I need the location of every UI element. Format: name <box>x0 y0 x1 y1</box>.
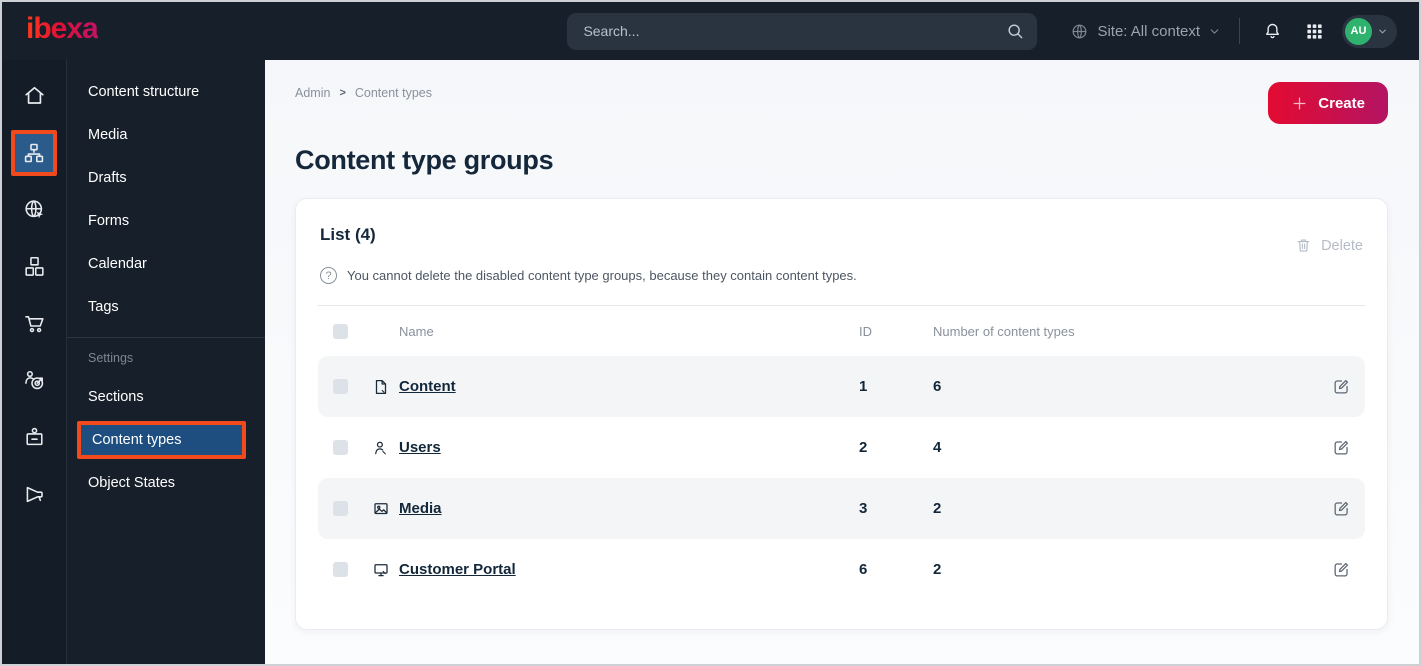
sidebar-item-media[interactable]: Media <box>67 113 265 156</box>
breadcrumb-admin[interactable]: Admin <box>295 86 330 100</box>
notifications-button[interactable] <box>1258 17 1287 46</box>
sidebar-item-sections[interactable]: Sections <box>67 375 265 418</box>
help-text: You cannot delete the disabled content t… <box>347 268 857 283</box>
personalization-target-icon <box>11 358 57 404</box>
rail-item-product-catalog[interactable] <box>2 238 67 295</box>
row-checkbox[interactable] <box>333 562 348 577</box>
home-icon <box>11 73 57 119</box>
page-title: Content type groups <box>295 145 554 175</box>
file-icon <box>363 378 399 396</box>
sidebar-item-forms[interactable]: Forms <box>67 199 265 242</box>
user-icon <box>363 439 399 457</box>
rail-item-commerce[interactable] <box>2 295 67 352</box>
search-icon[interactable] <box>1005 21 1025 41</box>
commerce-cart-icon <box>11 301 57 347</box>
megaphone-icon <box>11 472 57 518</box>
sidebar-item-drafts[interactable]: Drafts <box>67 156 265 199</box>
group-id: 1 <box>859 378 868 395</box>
monitor-icon <box>363 561 399 579</box>
topbar-right: Site: All context AU <box>1070 14 1397 48</box>
site-globe-icon <box>11 187 57 233</box>
group-link[interactable]: Customer Portal <box>399 561 859 578</box>
rail-item-site[interactable] <box>2 181 67 238</box>
sidebar-section-settings: Settings <box>88 351 134 365</box>
list-card: List (4) Delete ? You cannot delete the … <box>295 198 1388 630</box>
row-checkbox[interactable] <box>333 379 348 394</box>
group-count: 6 <box>933 378 942 395</box>
breadcrumb-separator: > <box>339 87 346 99</box>
rail-item-corporate[interactable] <box>2 409 67 466</box>
table-row: Customer Portal 6 2 <box>318 539 1365 600</box>
select-all-checkbox[interactable] <box>333 323 348 339</box>
globe-icon <box>1070 22 1089 41</box>
group-count: 4 <box>933 439 942 456</box>
breadcrumb-content-types[interactable]: Content types <box>355 86 432 100</box>
sidebar-item-object-states[interactable]: Object States <box>67 461 265 504</box>
search-input[interactable] <box>583 23 1006 39</box>
group-link[interactable]: Content <box>399 378 859 395</box>
id-badge-icon <box>11 415 57 461</box>
column-header-count: Number of content types <box>933 323 1075 339</box>
group-count: 2 <box>933 561 942 578</box>
group-count: 2 <box>933 500 942 517</box>
delete-button-label: Delete <box>1321 237 1363 254</box>
table-row: Users 2 4 <box>318 417 1365 478</box>
avatar: AU <box>1345 17 1372 45</box>
trash-icon <box>1295 237 1312 254</box>
row-checkbox[interactable] <box>333 440 348 455</box>
topbar: ibexa Site: All context <box>2 2 1419 60</box>
table-row: Media 3 2 <box>318 478 1365 539</box>
plus-icon <box>1291 95 1308 112</box>
icon-rail <box>2 60 67 664</box>
user-menu[interactable]: AU <box>1342 14 1397 48</box>
bell-icon <box>1262 21 1283 42</box>
help-icon: ? <box>320 267 337 284</box>
group-id: 6 <box>859 561 868 578</box>
chevron-down-icon <box>1208 25 1221 38</box>
grid-icon <box>1305 22 1324 41</box>
ibexa-logo[interactable]: ibexa <box>26 14 99 48</box>
column-header-id: ID <box>859 323 872 339</box>
content-structure-icon <box>11 129 57 176</box>
help-row: ? You cannot delete the disabled content… <box>318 267 1365 284</box>
group-id: 3 <box>859 500 868 517</box>
group-link[interactable]: Users <box>399 439 859 456</box>
create-button-label: Create <box>1318 94 1365 112</box>
rail-item-dashboard[interactable] <box>2 67 67 124</box>
main-content: Admin > Content types Create Content typ… <box>265 60 1419 664</box>
chevron-down-icon <box>1377 26 1388 37</box>
rail-item-content-structure[interactable] <box>2 124 67 181</box>
sidebar-item-tags[interactable]: Tags <box>67 285 265 328</box>
topbar-divider <box>1239 18 1240 44</box>
sidebar: Content structure Media Drafts Forms Cal… <box>67 60 265 664</box>
edit-button[interactable] <box>1332 438 1365 457</box>
list-title: List (4) <box>320 225 376 244</box>
sidebar-item-content-structure[interactable]: Content structure <box>67 70 265 113</box>
ibexa-admin-window: ibexa Site: All context <box>0 0 1421 666</box>
breadcrumb: Admin > Content types <box>295 86 432 100</box>
edit-button[interactable] <box>1332 560 1365 579</box>
edit-button[interactable] <box>1332 499 1365 518</box>
content-type-groups-table: Name ID Number of content types Content … <box>318 305 1365 600</box>
rail-item-marketing[interactable] <box>2 466 67 523</box>
edit-button[interactable] <box>1332 377 1365 396</box>
rail-item-personalization[interactable] <box>2 352 67 409</box>
sidebar-item-content-types[interactable]: Content types <box>77 421 246 459</box>
site-context-selector[interactable]: Site: All context <box>1070 22 1221 41</box>
search-bar[interactable] <box>567 12 1038 50</box>
site-selector-label: Site: All context <box>1097 22 1200 40</box>
product-catalog-icon <box>11 244 57 290</box>
delete-button[interactable]: Delete <box>1295 237 1363 254</box>
table-header: Name ID Number of content types <box>318 305 1365 356</box>
table-row: Content 1 6 <box>318 356 1365 417</box>
sidebar-item-calendar[interactable]: Calendar <box>67 242 265 285</box>
group-id: 2 <box>859 439 868 456</box>
group-link[interactable]: Media <box>399 500 859 517</box>
image-icon <box>363 500 399 518</box>
create-button[interactable]: Create <box>1268 82 1388 124</box>
row-checkbox[interactable] <box>333 501 348 516</box>
app-switcher-button[interactable] <box>1301 18 1328 45</box>
column-header-name: Name <box>399 323 434 339</box>
